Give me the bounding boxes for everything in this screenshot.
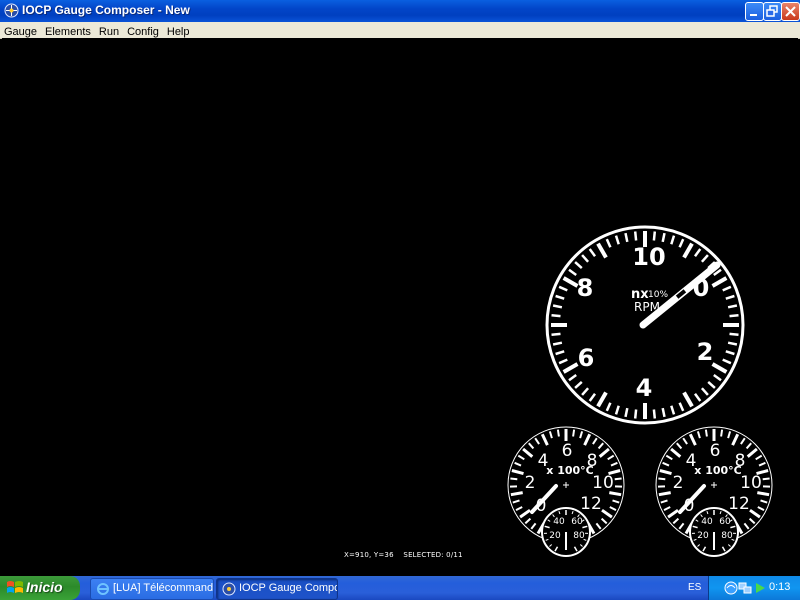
network-connection-icon[interactable] xyxy=(737,580,753,596)
ie-icon xyxy=(97,583,109,595)
restore-button[interactable] xyxy=(763,2,782,21)
canvas-status-text: X=910, Y=36 SELECTED: 0/11 xyxy=(344,551,463,559)
close-icon xyxy=(785,6,796,17)
menu-bar: Gauge Elements Run Config Help xyxy=(0,22,800,39)
menu-help[interactable]: Help xyxy=(163,25,194,38)
minimize-button[interactable] xyxy=(745,2,764,21)
taskbar-item-label: IOCP Gauge Compos... xyxy=(239,582,337,594)
app-icon xyxy=(4,3,19,18)
menu-run[interactable]: Run xyxy=(95,25,123,38)
close-button[interactable] xyxy=(781,2,800,21)
windows-logo-icon xyxy=(7,581,23,593)
language-indicator[interactable]: ES xyxy=(688,582,701,593)
menu-config[interactable]: Config xyxy=(123,25,163,38)
taskbar-item-label: [LUA] Télécommande... xyxy=(113,582,214,594)
app-icon xyxy=(222,582,236,596)
start-button[interactable]: Inicio xyxy=(0,576,80,600)
menu-elements[interactable]: Elements xyxy=(41,25,95,38)
clock: 0:13 xyxy=(769,581,791,593)
minimize-icon xyxy=(750,14,757,16)
restore-icon xyxy=(766,5,778,17)
taskbar: Inicio [LUA] Télécommande... IOCP Gauge … xyxy=(0,576,800,600)
window-title: IOCP Gauge Composer - New xyxy=(22,3,190,17)
taskbar-item-iocp[interactable]: IOCP Gauge Compos... xyxy=(216,578,338,600)
title-bar[interactable]: IOCP Gauge Composer - New xyxy=(0,0,800,23)
taskbar-item-lua[interactable]: [LUA] Télécommande... xyxy=(90,578,214,600)
system-tray: 0:13 xyxy=(708,576,800,600)
play-icon[interactable] xyxy=(753,581,767,595)
start-label: Inicio xyxy=(26,579,63,595)
gauge-canvas[interactable] xyxy=(2,38,798,576)
menu-gauge[interactable]: Gauge xyxy=(0,25,41,38)
